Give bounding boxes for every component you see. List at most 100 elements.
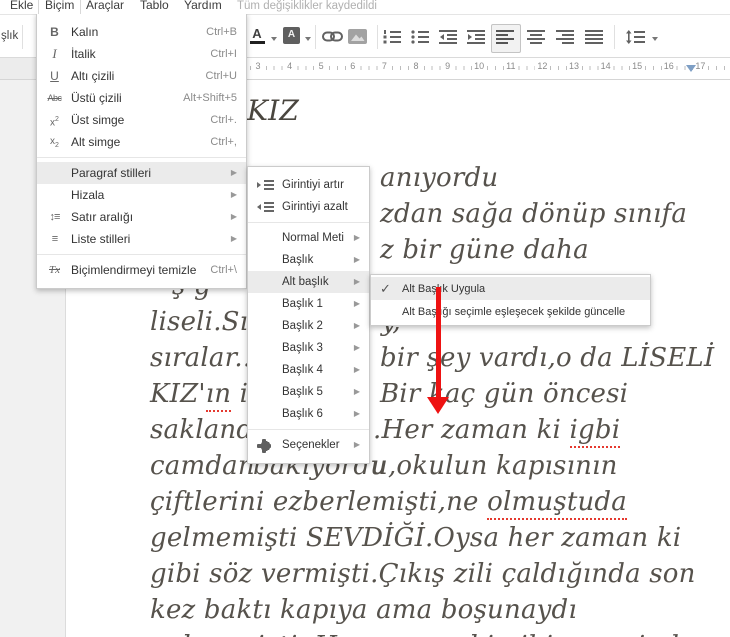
highlight-color-button[interactable]: A [283,27,300,44]
menubar-item-tablo[interactable]: Tablo [134,0,175,14]
menu-item-baslik-3[interactable]: Başlık 3 ▶ [248,337,369,359]
menu-item-i-talik[interactable]: I İtalik Ctrl+I [37,43,246,65]
align-right-button[interactable] [556,30,574,44]
numbered-list-button[interactable] [383,30,401,44]
submenu-arrow-icon: ▶ [353,387,360,396]
menu-item-satir-araligi[interactable]: ↕≡ Satır aralığı ▶ [37,206,246,228]
menu-item-alti-cizili[interactable]: U Altı çizili Ctrl+U [37,65,246,87]
indent-decrease-icon [257,199,274,215]
document-text-line[interactable]: çiftlerini ezberlemişti,ne olmuştuda [150,487,627,520]
menubar-item-yardim[interactable]: Yardım [178,0,228,14]
text-color-button[interactable]: A [249,27,265,44]
ruler-number: 8 [411,61,421,71]
menu-item-alt-baslik-uygula[interactable]: ✓ Alt Başlık Uygula [371,277,650,300]
blank-icon [257,274,274,290]
menu-item-alt-basligi-secimle-eslesecek-sekilde-guncelle[interactable]: ✓Alt Başlığı seçimle eşleşecek şekilde g… [371,300,650,323]
line-spacing-dropdown-icon[interactable] [652,37,658,41]
menubar-item-araclar[interactable]: Araçlar [80,0,130,14]
menu-item-liste-stilleri[interactable]: ≡ Liste stilleri ▶ [37,228,246,250]
document-text-line[interactable]: gelmemişti. Her zaman ki gibi neşesinden [150,631,712,637]
document-text-line[interactable]: zdan sağa dönüp sınıfa [380,199,687,229]
insert-image-button[interactable] [348,29,367,44]
document-text-line[interactable]: sıralar.. [150,343,251,373]
menu-item-hizala[interactable]: Hizala ▶ [37,184,246,206]
menu-item-alt-baslik[interactable]: Alt başlık ▶ [248,271,369,293]
menu-item-alt-simge[interactable]: x2 Alt simge Ctrl+, [37,131,246,153]
document-text-line[interactable]: z bir güne daha [380,235,589,265]
link-icon [322,31,343,42]
menu-item-baslik-4[interactable]: Başlık 4 ▶ [248,359,369,381]
menu-item-baslik-5[interactable]: Başlık 5 ▶ [248,381,369,403]
document-text-line[interactable]: Bir kaç gün öncesi [380,379,628,409]
highlight-dropdown-icon[interactable] [305,37,311,41]
document-text-line[interactable]: sakland [150,415,253,445]
submenu-arrow-icon: ▶ [353,233,360,242]
submenu-arrow-icon: ▶ [230,190,237,199]
menu-item-bicimlendirmeyi-temizle[interactable]: Tx Biçimlendirmeyi temizle Ctrl+\ [37,259,246,281]
align-justify-icon [585,30,603,44]
text-run: i [231,379,249,409]
document-text-line[interactable]: anıyordu [380,163,498,193]
document-text-line[interactable]: gelmemişti SEVDİĞİ.Oysa her zaman ki [150,523,681,553]
menu-item-secenekler[interactable]: Seçenekler ▶ [248,434,369,456]
menu-item-label: Başlık 2 [282,320,323,332]
ruler-number: 5 [316,61,326,71]
menu-separator [37,157,246,158]
styles-dropdown-remnant[interactable]: şlık [1,30,18,42]
document-text-line[interactable]: u,okulun kapısının [371,451,618,481]
toolbar-separator [22,25,23,49]
text-run: .Her zaman ki [373,415,570,445]
menu-item-label: Başlık [282,254,314,266]
bulleted-list-icon [411,30,429,44]
menu-item-label: Girintiyi artır [282,179,344,191]
menu-item-label: Kalın [71,25,99,39]
menu-item-baslik[interactable]: Başlık ▶ [248,249,369,271]
line-spacing-icon: ↕≡ [49,211,61,223]
menu-item-girintiyi-artir[interactable]: Girintiyi artır [248,174,369,196]
menu-item-baslik-6[interactable]: Başlık 6 ▶ [248,403,369,425]
menu-item-paragraf-stilleri[interactable]: Paragraf stilleri ▶ [37,162,246,184]
document-text-line[interactable]: gibi söz vermişti.Çıkış zili çaldığında … [150,559,696,589]
document-text-line[interactable]: liseli.Sı [150,307,248,337]
menu-item-label: Başlık 6 [282,408,323,420]
shortcut-label: Alt+Shift+5 [183,92,237,104]
menu-item-baslik-2[interactable]: Başlık 2 ▶ [248,315,369,337]
menu-item-baslik-1[interactable]: Başlık 1 ▶ [248,293,369,315]
align-left-button[interactable] [496,30,514,44]
document-title[interactable]: KIZ [247,96,299,126]
underline-icon: U [50,69,59,83]
menu-item-kalin[interactable]: B Kalın Ctrl+B [37,21,246,43]
indent-increase-button[interactable] [467,30,485,44]
indent-increase-icon [467,30,485,44]
bulleted-list-button[interactable] [411,30,429,44]
red-arrow-head-icon [427,397,449,414]
italic-icon: I [52,46,57,61]
shortcut-label: Ctrl+\ [210,264,237,276]
menubar-item-ekle[interactable]: Ekle [4,0,39,14]
menu-item-ustu-cizili[interactable]: Abc Üstü çizili Alt+Shift+5 [37,87,246,109]
document-text-line[interactable]: KIZ'ın i [150,379,249,412]
indent-marker-icon[interactable] [686,65,696,72]
menu-item-girintiyi-azalt[interactable]: Girintiyi azalt [248,196,369,218]
menu-item-label: Liste stilleri [71,232,131,246]
insert-link-button[interactable] [322,31,343,42]
menu-item-label: Alt başlık [282,276,329,288]
submenu-arrow-icon: ▶ [230,234,237,243]
ruler-number: 7 [379,61,389,71]
menubar-item-bicim[interactable]: Biçim [38,0,82,14]
menu-item-label: Paragraf stilleri [71,166,152,180]
ruler-number: 3 [253,61,263,71]
ruler-number: 16 [661,61,676,71]
save-status: Tüm değişiklikler kaydedildi [237,0,377,12]
document-text-line[interactable]: .Her zaman ki igbi [373,415,621,448]
menu-item-ust-simge[interactable]: x2 Üst simge Ctrl+. [37,109,246,131]
indent-decrease-button[interactable] [439,30,457,44]
menu-item-normal-metin[interactable]: Normal Metin ▶ [248,227,369,249]
align-center-button[interactable] [527,30,545,44]
line-spacing-button[interactable] [625,30,645,44]
text-color-dropdown-icon[interactable] [271,37,277,41]
document-text-line[interactable]: camdan [150,451,255,481]
align-justify-button[interactable] [585,30,603,44]
document-text-line[interactable]: kez baktı kapıya ama boşunaydı [150,595,577,625]
menu-item-label: Altı çizili [71,69,115,83]
